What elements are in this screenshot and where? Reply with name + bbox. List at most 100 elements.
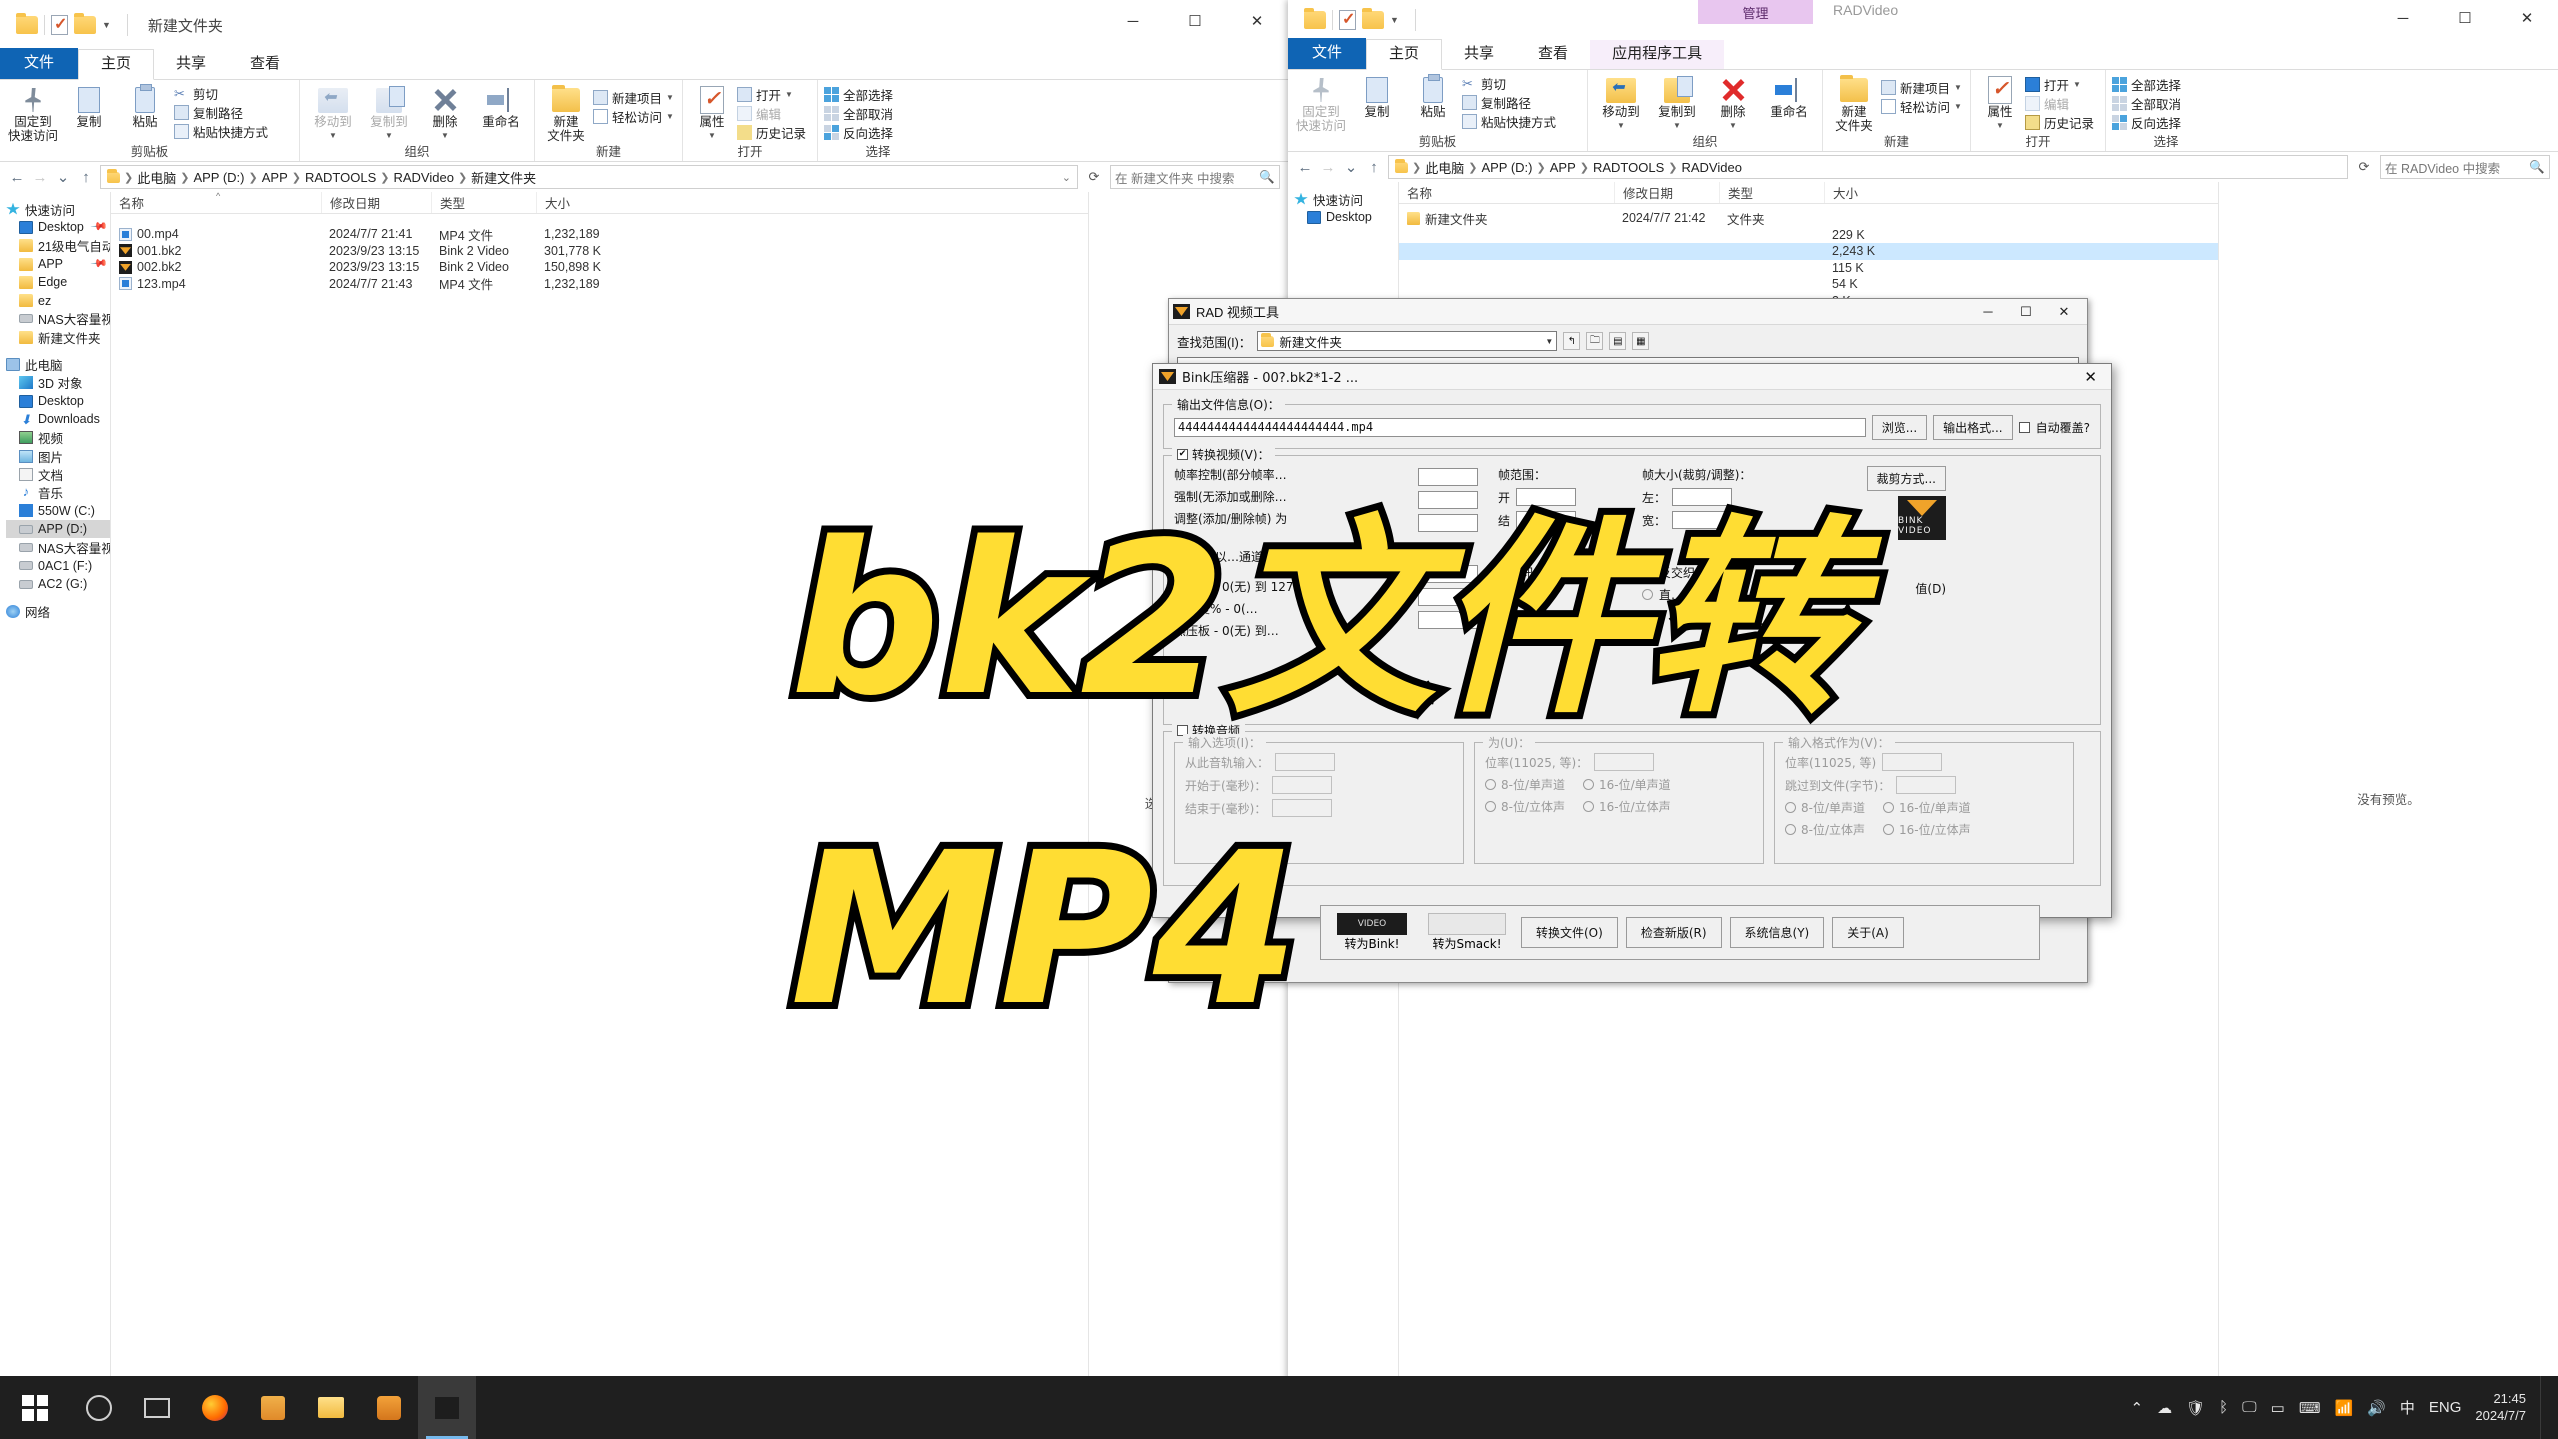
nav-pictures[interactable]: 图片	[6, 447, 110, 465]
firefox-icon[interactable]	[186, 1376, 244, 1439]
input-16bit-stereo-radio[interactable]	[1883, 824, 1895, 835]
quick-access-toolbar-left[interactable]: ▼ 新建文件夹	[8, 13, 223, 36]
chevron-down-icon[interactable]: ▼	[1954, 83, 1962, 92]
tab-view[interactable]: 查看	[1516, 40, 1590, 69]
column-header-size[interactable]: 大小	[536, 192, 646, 213]
bluetooth-icon[interactable]: ᛒ	[2219, 1399, 2228, 1416]
bink-compressor-dialog[interactable]: Bink压缩器 - 00?.bk2*1-2 ... ✕ 输出文件信息(O)： 4…	[1152, 363, 2112, 918]
audio-end-input[interactable]	[1272, 799, 1333, 817]
chevron-down-icon[interactable]: ▼	[666, 93, 674, 102]
cut-button[interactable]: ✂ 剪切	[174, 85, 268, 102]
start-button[interactable]	[0, 1376, 70, 1439]
audio-start-input[interactable]	[1272, 776, 1333, 794]
framerate-input-1[interactable]	[1418, 468, 1478, 486]
cortana-icon[interactable]	[70, 1376, 128, 1439]
tab-view[interactable]: 查看	[228, 50, 302, 79]
chevron-down-icon[interactable]: ▼	[102, 20, 111, 30]
edit-button[interactable]: 编辑	[2025, 95, 2094, 112]
copy-button[interactable]: 复制	[62, 83, 116, 129]
column-header-date[interactable]: 修改日期	[1614, 182, 1719, 203]
new-folder-button[interactable]: 新建 文件夹	[1829, 73, 1879, 133]
task-view-icon[interactable]	[128, 1376, 186, 1439]
breadcrumb-item-2[interactable]: APP	[1550, 160, 1576, 175]
back-button[interactable]: ←	[1296, 159, 1314, 176]
pin-to-quick-access-button[interactable]: 固定到 快速访问	[6, 83, 60, 143]
nav-drive-d[interactable]: APP (D:)	[6, 520, 110, 539]
easy-access-button[interactable]: 轻松访问 ▼	[593, 108, 674, 125]
input-8bit-mono-radio[interactable]	[1785, 802, 1796, 813]
deinterlace-radio[interactable]	[1642, 567, 1653, 578]
properties-button[interactable]: 属性 ▼	[689, 83, 735, 143]
chevron-down-icon[interactable]: ⌄	[1062, 171, 1071, 184]
width-input[interactable]	[1672, 511, 1733, 529]
column-header-name[interactable]: 名称 ^	[111, 191, 321, 213]
nav-app[interactable]: APP 📌	[6, 254, 110, 273]
rename-button[interactable]: 重命名	[474, 83, 528, 129]
nav-downloads[interactable]: ⬇ Downloads	[6, 410, 110, 428]
copy-button[interactable]: 复制	[1350, 73, 1404, 119]
table-row[interactable]: 001.bk2 2023/9/23 13:15 Bink 2 Video 301…	[111, 243, 1088, 260]
tab-home[interactable]: 主页	[1366, 39, 1443, 70]
file-list-left[interactable]: 名称 ^ 修改日期 类型 大小 00.mp4 2024/7/7 21:41 MP…	[110, 191, 1088, 1385]
breadcrumb-item-0[interactable]: 此电脑	[1425, 158, 1464, 177]
nav-desktop[interactable]: Desktop 📌	[6, 218, 110, 236]
table-row[interactable]: 229 K	[1399, 227, 2218, 244]
close-button[interactable]: ✕	[1226, 0, 1288, 42]
maximize-button[interactable]: ☐	[1164, 0, 1226, 42]
output-filename-input[interactable]: 44444444444444444444444.mp4	[1174, 418, 1866, 437]
paste-shortcut-button[interactable]: 粘贴快捷方式	[1462, 113, 1556, 130]
delete-button[interactable]: 删除 ▼	[418, 83, 472, 143]
black-input[interactable]	[1418, 611, 1478, 629]
tab-home[interactable]: 主页	[78, 49, 155, 80]
system-info-button[interactable]: 系统信息(Y)	[1729, 917, 1825, 948]
maximize-button[interactable]: ☐	[2007, 304, 2045, 320]
nav-3d-objects[interactable]: 3D 对象	[6, 374, 110, 392]
nav-quick-access[interactable]: 快速访问	[6, 200, 110, 218]
smooth-input[interactable]	[1418, 588, 1478, 606]
title-bar-right[interactable]: ▼ 管理 RADVideo ─ ☐ ✕	[1288, 0, 2558, 40]
properties-qat-icon[interactable]	[1339, 9, 1356, 30]
new-folder-qat-icon[interactable]	[1362, 8, 1384, 29]
nav-edge[interactable]: Edge	[6, 273, 110, 291]
left-input[interactable]	[1672, 488, 1733, 506]
nav-this-pc[interactable]: 此电脑	[6, 355, 110, 373]
taskbar[interactable]: ⌃ ☁ 🛡 ᛒ 🖵 ▭ ⌨ 📶 🔊 中 ENG 21:45 2024/7/7	[0, 1376, 2558, 1439]
auto-overwrite-checkbox[interactable]	[2018, 422, 2030, 433]
up-button[interactable]: ↑	[1365, 159, 1383, 176]
nav-ez[interactable]: ez	[6, 291, 110, 309]
list-view-icon[interactable]: ▤	[1609, 332, 1627, 350]
properties-button[interactable]: 属性 ▼	[1977, 73, 2023, 133]
output-format-button[interactable]: 输出格式...	[1933, 415, 2013, 440]
nav-music[interactable]: ♪ 音乐	[6, 483, 110, 501]
nav-documents[interactable]: 文档	[6, 465, 110, 483]
check-update-button[interactable]: 检查新版(R)	[1625, 917, 1722, 948]
framerate-inputs[interactable]	[1418, 466, 1484, 644]
clock[interactable]: 21:45 2024/7/7	[2475, 1391, 2526, 1424]
breadcrumb-item-3[interactable]: RADTOOLS	[1593, 160, 1664, 175]
breadcrumb-item-4[interactable]: RADVideo	[1681, 160, 1741, 175]
nav-nas-2[interactable]: NAS大容量视频素	[6, 538, 110, 556]
ribbon-left[interactable]: 固定到 快速访问 复制 粘贴 ✂ 剪切 复制路径 粘贴快捷方式 剪贴板 ⬅ 移动…	[0, 80, 1288, 162]
camera-icon[interactable]: ▭	[2271, 1399, 2285, 1417]
ribbon-right[interactable]: 固定到 快速访问 复制 粘贴 ✂ 剪切 复制路径 粘贴快捷方式 剪贴板 ⬅ 移动…	[1288, 70, 2558, 152]
framerate-input-3[interactable]	[1418, 514, 1478, 532]
open-button[interactable]: 打开 ▼	[737, 86, 806, 103]
chevron-up-icon[interactable]: ⌃	[2131, 1399, 2144, 1417]
column-header-size[interactable]: 大小	[1824, 182, 1934, 203]
forward-button[interactable]: →	[31, 169, 49, 186]
refresh-button[interactable]: ⟳	[1083, 169, 1105, 185]
table-row[interactable]: 115 K	[1399, 260, 2218, 277]
search-input-left[interactable]: 在 新建文件夹 中搜索 🔍	[1110, 165, 1280, 189]
crop-mode-button[interactable]: 裁剪方式...	[1866, 466, 1946, 491]
language-indicator[interactable]: ENG	[2429, 1399, 2462, 1416]
title-bar-left[interactable]: ▼ 新建文件夹 ─ ☐ ✕	[0, 0, 1288, 50]
scope-row[interactable]: 查找范围(I)： 新建文件夹 ▼ ↰ 🗀 ▤ ▦	[1169, 325, 2087, 357]
keyboard-icon[interactable]: ⌨	[2299, 1399, 2321, 1417]
properties-qat-icon[interactable]	[51, 14, 68, 35]
audio-8bit-stereo-radio[interactable]	[1485, 801, 1496, 812]
skip-bytes-input[interactable]	[1896, 776, 1957, 794]
invert-selection-button[interactable]: 反向选择	[824, 124, 893, 141]
window-controls-right[interactable]: ─ ☐ ✕	[2372, 0, 2558, 36]
new-item-button[interactable]: 新建项目 ▼	[1881, 79, 1962, 96]
breadcrumb-item-5[interactable]: 新建文件夹	[471, 168, 536, 187]
